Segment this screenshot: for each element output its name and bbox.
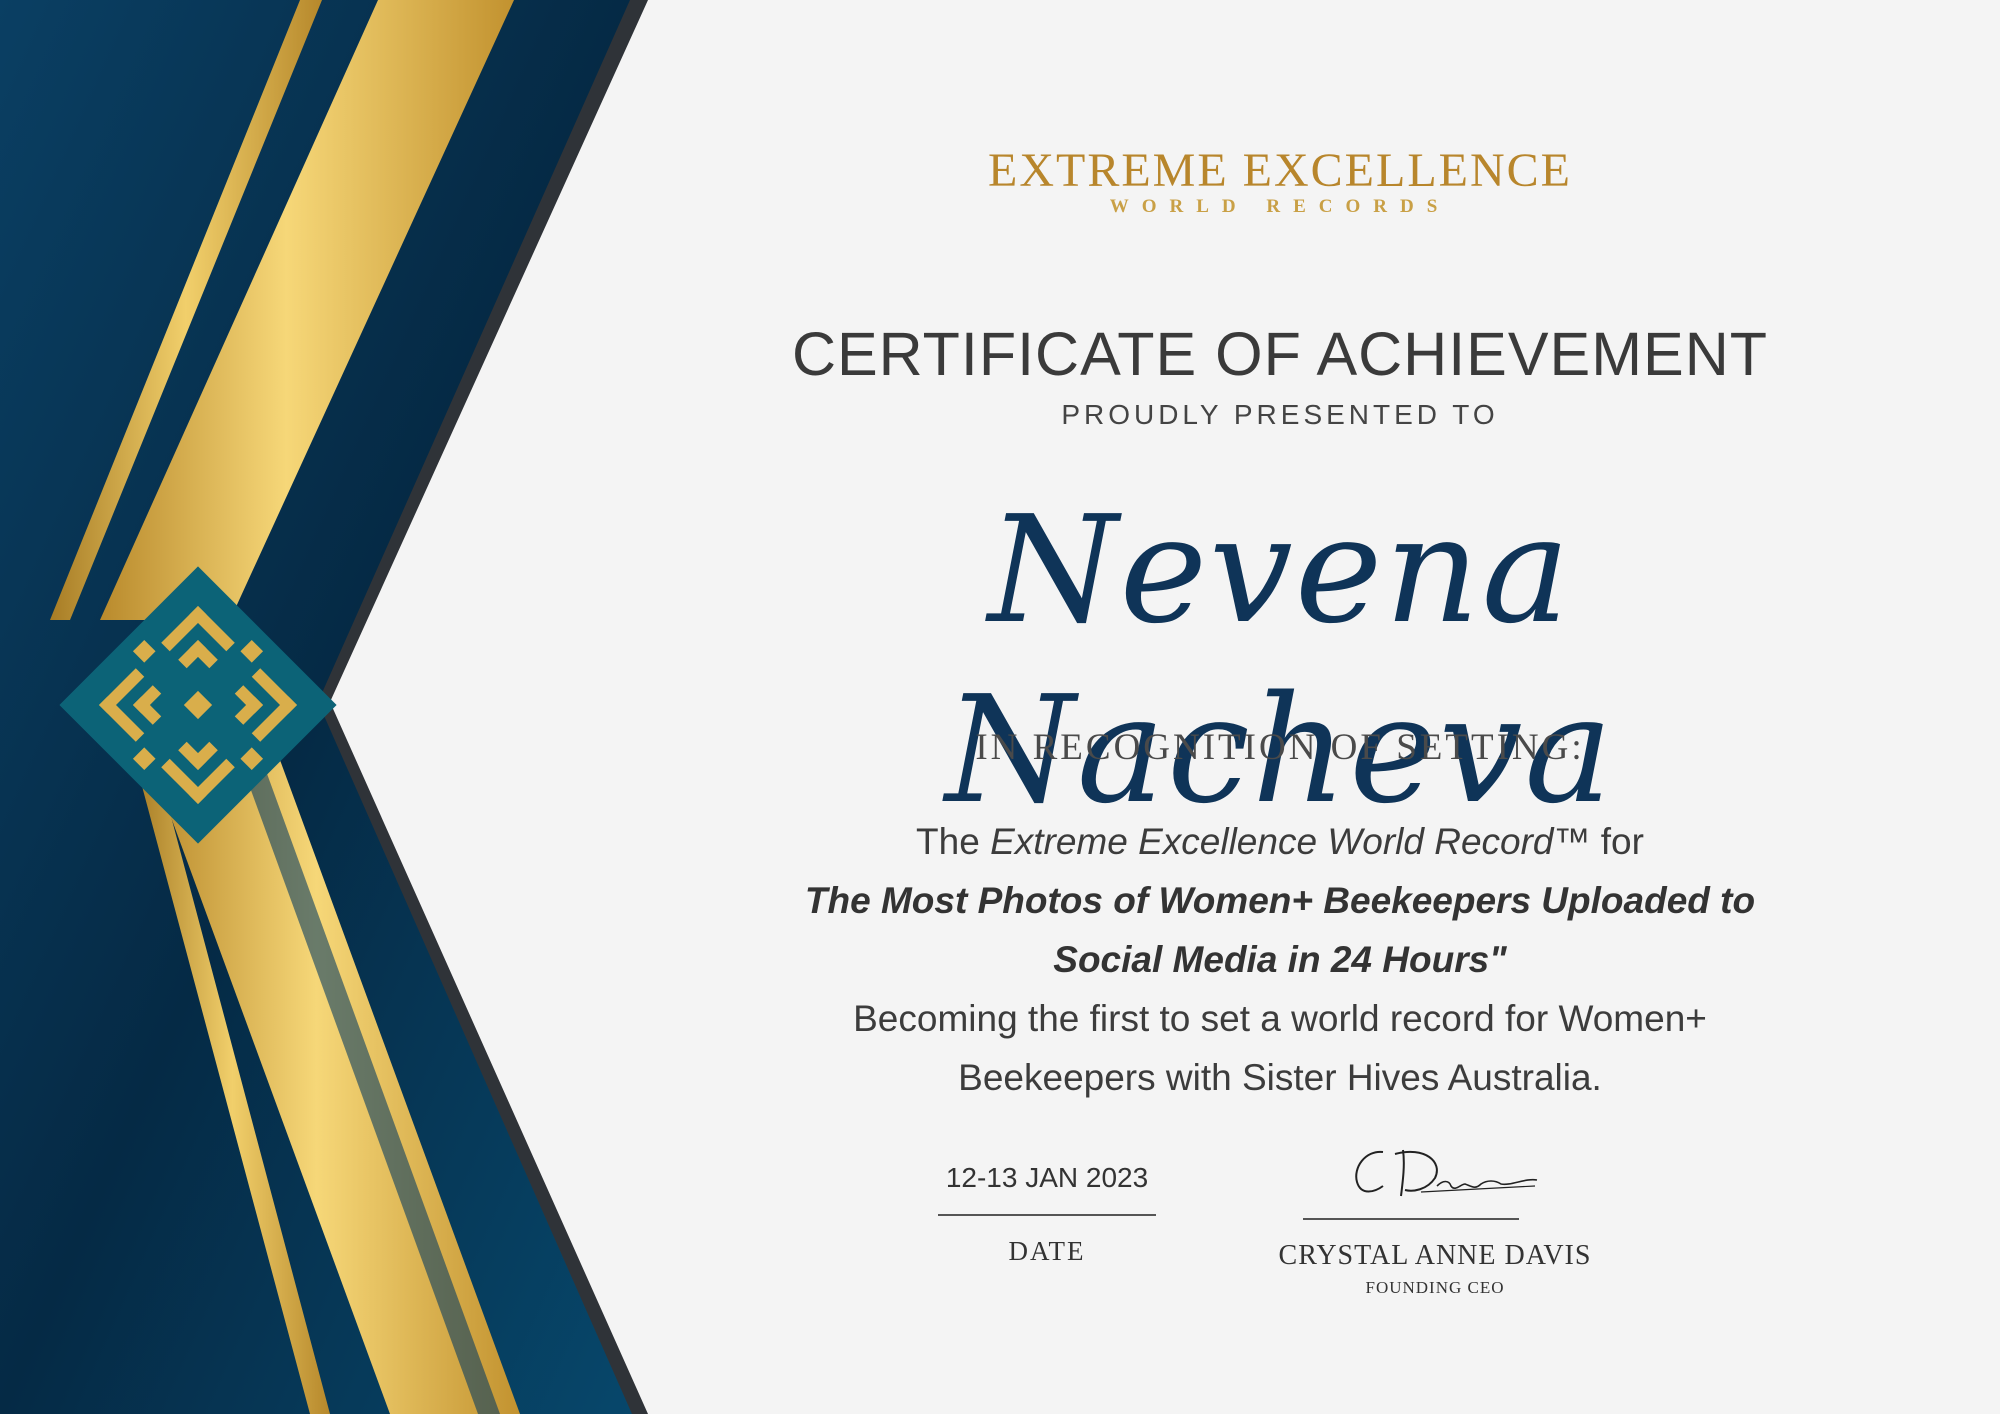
record-name: Extreme Excellence World Record™ bbox=[990, 821, 1591, 862]
certificate-page: EXTREME EXCELLENCE WORLD RECORDS CERTIFI… bbox=[0, 0, 2000, 1414]
recognition-heading: IN RECOGNITION OF SETTING: bbox=[975, 727, 1585, 768]
presented-to-label: PROUDLY PRESENTED TO bbox=[1061, 399, 1499, 430]
date-label: DATE bbox=[1008, 1236, 1086, 1266]
achievement-description: The Extreme Excellence World Record™ for… bbox=[700, 812, 1860, 1107]
org-name: EXTREME EXCELLENCE bbox=[988, 144, 1572, 197]
description-line-5: Beekeepers with Sister Hives Australia. bbox=[958, 1057, 1602, 1098]
decorative-ribbon-panel bbox=[0, 0, 648, 1414]
recipient-name: Nevena Nacheva bbox=[945, 484, 1615, 836]
description-prefix: The bbox=[916, 821, 980, 862]
description-suffix: for bbox=[1600, 821, 1644, 862]
date-value: 12-13 JAN 2023 bbox=[945, 1162, 1149, 1193]
signatory-name: CRYSTAL ANNE DAVIS bbox=[1278, 1240, 1592, 1271]
signature-underline bbox=[1303, 1218, 1519, 1220]
date-block: 12-13 JAN 2023 DATE bbox=[938, 1160, 1156, 1267]
certificate-title: CERTIFICATE OF ACHIEVEMENT bbox=[791, 320, 1769, 388]
record-title-line-1: The Most Photos of Women+ Beekeepers Upl… bbox=[804, 880, 1756, 921]
signatory-role: FOUNDING CEO bbox=[1365, 1278, 1505, 1297]
org-subtitle: WORLD RECORDS bbox=[1109, 196, 1451, 217]
description-line-4: Becoming the first to set a world record… bbox=[853, 998, 1707, 1039]
record-title-line-2: Social Media in 24 Hours" bbox=[1053, 939, 1507, 980]
description-line-1: The Extreme Excellence World Record™ for bbox=[700, 812, 1860, 871]
signature-block: CRYSTAL ANNE DAVIS FOUNDING CEO bbox=[1250, 1140, 1620, 1298]
signature-mark bbox=[1355, 1149, 1538, 1197]
date-underline bbox=[938, 1214, 1156, 1216]
